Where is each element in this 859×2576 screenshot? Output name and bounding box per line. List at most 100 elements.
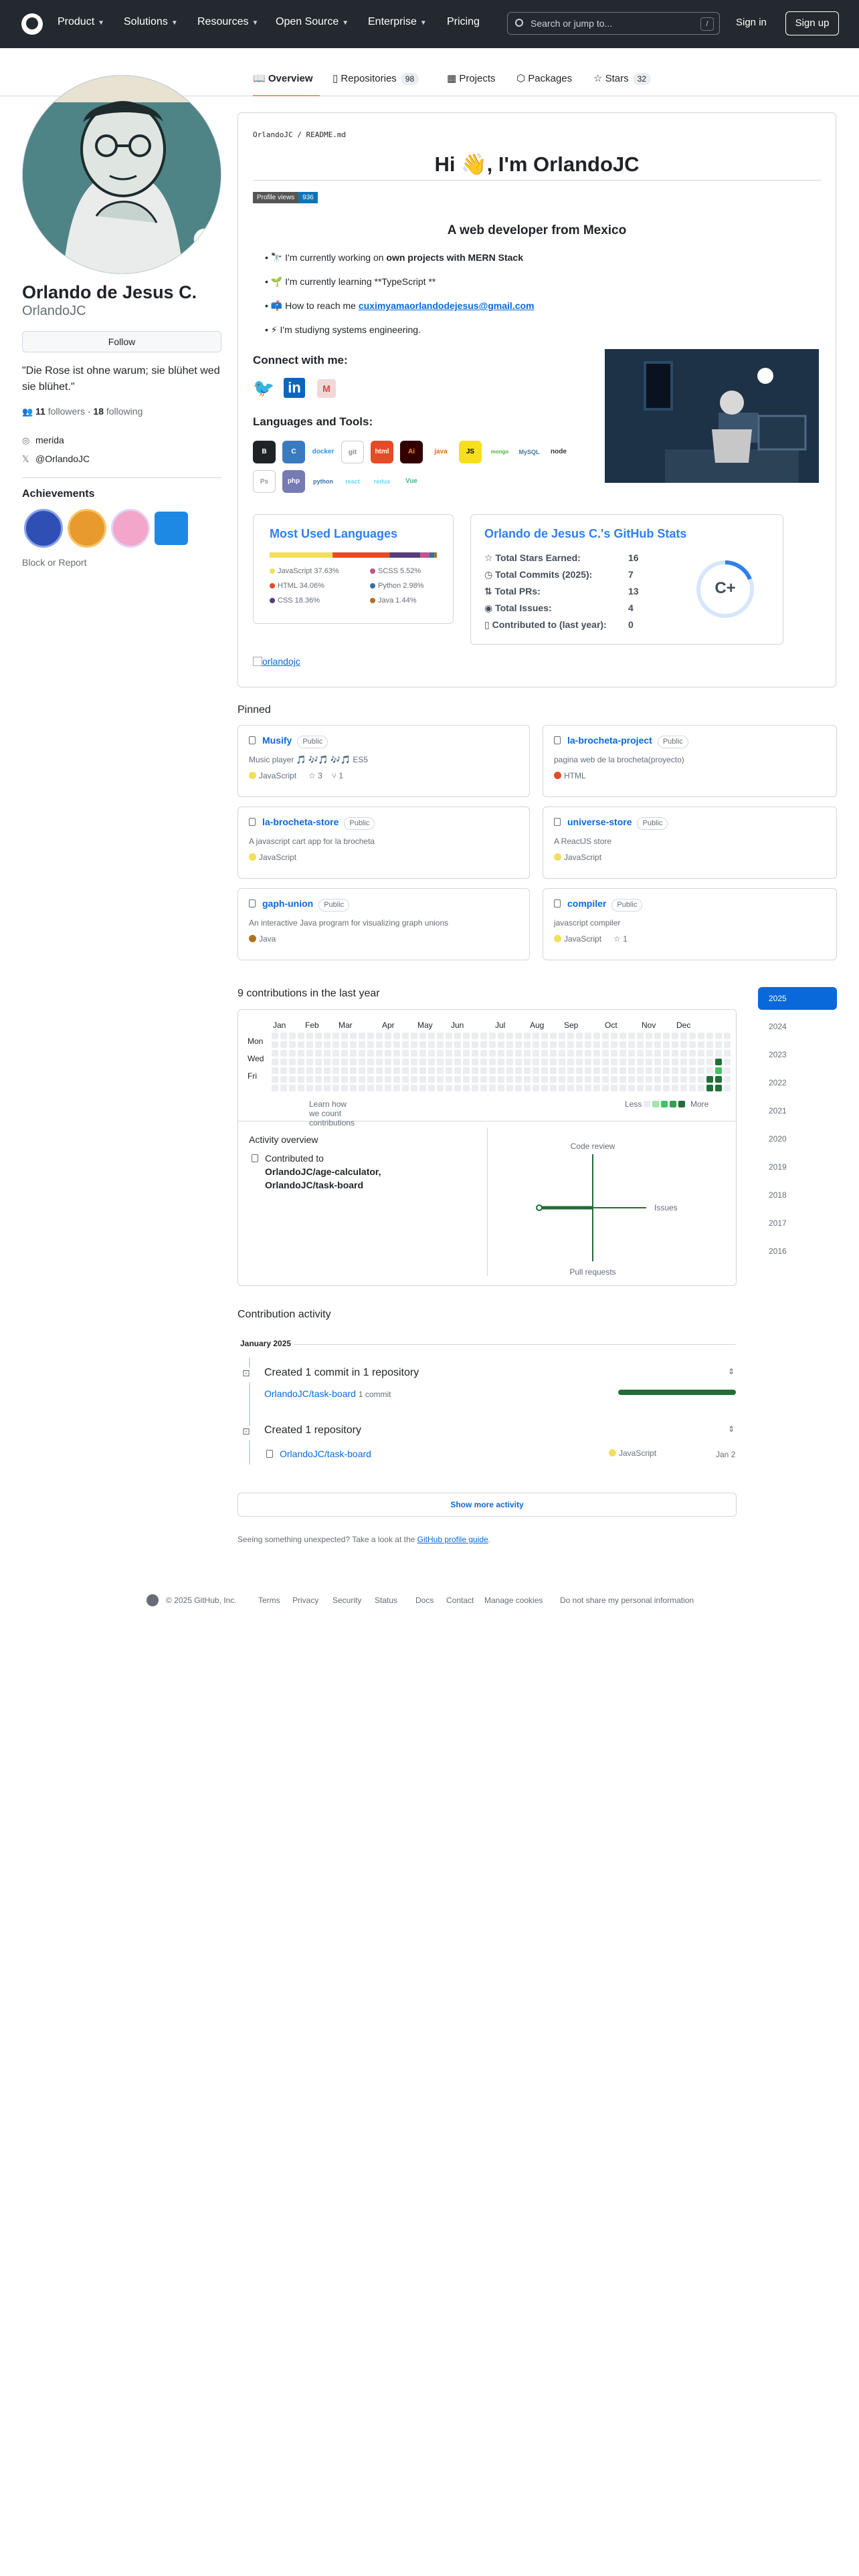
contribution-day[interactable] xyxy=(332,1059,339,1065)
contribution-day[interactable] xyxy=(611,1033,617,1039)
contribution-day[interactable] xyxy=(272,1041,278,1048)
contribution-day[interactable] xyxy=(489,1067,496,1074)
tab-overview[interactable]: 📖 Overview xyxy=(253,67,320,96)
contribution-day[interactable] xyxy=(602,1033,609,1039)
contribution-day[interactable] xyxy=(567,1076,574,1083)
github-logo-icon[interactable] xyxy=(21,13,43,35)
sign-in-link[interactable]: Sign in xyxy=(736,17,767,28)
contribution-day[interactable] xyxy=(437,1076,444,1083)
contribution-day[interactable] xyxy=(280,1067,287,1074)
contribution-day[interactable] xyxy=(480,1033,487,1039)
contribution-day[interactable] xyxy=(689,1041,696,1048)
contribution-day[interactable] xyxy=(350,1041,357,1048)
nav-enterprise[interactable]: Enterprise ▼ xyxy=(368,16,427,28)
contribution-day[interactable] xyxy=(446,1059,452,1065)
contribution-day[interactable] xyxy=(280,1085,287,1091)
contribution-day[interactable] xyxy=(515,1076,522,1083)
contribution-day[interactable] xyxy=(550,1085,557,1091)
contribution-day[interactable] xyxy=(689,1059,696,1065)
contribution-day[interactable] xyxy=(385,1050,391,1057)
footer-link[interactable]: Docs xyxy=(415,1596,434,1605)
contribution-day[interactable] xyxy=(715,1059,722,1065)
contribution-day[interactable] xyxy=(359,1076,365,1083)
contribution-day[interactable] xyxy=(376,1041,383,1048)
footer-link[interactable]: Status xyxy=(375,1596,397,1605)
following-link[interactable]: 18 following xyxy=(93,406,142,417)
contribution-day[interactable] xyxy=(367,1085,374,1091)
contribution-day[interactable] xyxy=(341,1050,348,1057)
contribution-day[interactable] xyxy=(463,1041,470,1048)
contribution-day[interactable] xyxy=(411,1076,417,1083)
footer-link[interactable]: Security xyxy=(332,1596,361,1605)
contribution-day[interactable] xyxy=(350,1085,357,1091)
footer-link[interactable]: Privacy xyxy=(292,1596,318,1605)
contribution-day[interactable] xyxy=(472,1033,478,1039)
contribution-day[interactable] xyxy=(480,1085,487,1091)
contribution-day[interactable] xyxy=(663,1041,670,1048)
contribution-day[interactable] xyxy=(628,1059,635,1065)
contribution-day[interactable] xyxy=(550,1076,557,1083)
contribution-day[interactable] xyxy=(359,1050,365,1057)
contribution-day[interactable] xyxy=(585,1076,591,1083)
search-input[interactable]: Search or jump to... / xyxy=(507,12,720,35)
achievement-badge[interactable] xyxy=(111,509,150,548)
footer-link[interactable]: Contact xyxy=(446,1596,474,1605)
contribution-day[interactable] xyxy=(332,1085,339,1091)
contribution-day[interactable] xyxy=(437,1050,444,1057)
contribution-day[interactable] xyxy=(585,1033,591,1039)
php-icon[interactable]: php xyxy=(282,470,305,493)
contribution-day[interactable] xyxy=(454,1033,461,1039)
year-2019[interactable]: 2019 xyxy=(758,1156,837,1178)
contribution-day[interactable] xyxy=(559,1033,565,1039)
contribution-day[interactable] xyxy=(559,1076,565,1083)
nav-product[interactable]: Product ▼ xyxy=(58,16,104,28)
contribution-day[interactable] xyxy=(463,1033,470,1039)
contribution-day[interactable] xyxy=(637,1067,644,1074)
contribution-day[interactable] xyxy=(419,1041,426,1048)
contribution-day[interactable] xyxy=(402,1033,409,1039)
contribution-day[interactable] xyxy=(341,1041,348,1048)
contribution-day[interactable] xyxy=(533,1059,539,1065)
contribution-day[interactable] xyxy=(689,1050,696,1057)
contribution-day[interactable] xyxy=(402,1085,409,1091)
repo-stars[interactable]: ☆ 3 xyxy=(308,771,322,780)
contribution-day[interactable] xyxy=(367,1033,374,1039)
repo-stars[interactable]: ☆ 1 xyxy=(613,934,628,944)
contribution-day[interactable] xyxy=(628,1067,635,1074)
year-2022[interactable]: 2022 xyxy=(758,1071,837,1094)
medium-icon[interactable]: M xyxy=(317,379,336,398)
contribution-day[interactable] xyxy=(437,1059,444,1065)
contribution-day[interactable] xyxy=(715,1050,722,1057)
contribution-day[interactable] xyxy=(724,1085,731,1091)
contribution-day[interactable] xyxy=(654,1076,661,1083)
nav-open-source[interactable]: Open Source ▼ xyxy=(276,16,349,28)
contribution-day[interactable] xyxy=(454,1067,461,1074)
contribution-day[interactable] xyxy=(619,1059,626,1065)
contribution-day[interactable] xyxy=(489,1033,496,1039)
contribution-day[interactable] xyxy=(585,1041,591,1048)
contribution-day[interactable] xyxy=(498,1067,504,1074)
contribution-day[interactable] xyxy=(724,1076,731,1083)
contribution-day[interactable] xyxy=(272,1067,278,1074)
contribution-day[interactable] xyxy=(533,1050,539,1057)
contribution-day[interactable] xyxy=(698,1067,704,1074)
contribution-day[interactable] xyxy=(654,1067,661,1074)
contribution-day[interactable] xyxy=(637,1050,644,1057)
contribution-day[interactable] xyxy=(359,1033,365,1039)
contribution-day[interactable] xyxy=(489,1085,496,1091)
contribution-day[interactable] xyxy=(506,1041,513,1048)
mysql-icon[interactable]: MySQL xyxy=(518,441,541,463)
footer-link[interactable]: Terms xyxy=(258,1596,280,1605)
contribution-day[interactable] xyxy=(506,1033,513,1039)
contribution-day[interactable] xyxy=(324,1085,330,1091)
contribution-day[interactable] xyxy=(315,1033,322,1039)
contribution-day[interactable] xyxy=(506,1059,513,1065)
contribution-day[interactable] xyxy=(706,1076,713,1083)
show-more-activity-button[interactable]: Show more activity xyxy=(237,1493,737,1517)
contribution-day[interactable] xyxy=(541,1085,548,1091)
contribution-day[interactable] xyxy=(498,1059,504,1065)
contribution-day[interactable] xyxy=(593,1067,600,1074)
achievement-badge[interactable] xyxy=(24,509,63,548)
contribution-day[interactable] xyxy=(341,1059,348,1065)
contribution-day[interactable] xyxy=(524,1059,531,1065)
